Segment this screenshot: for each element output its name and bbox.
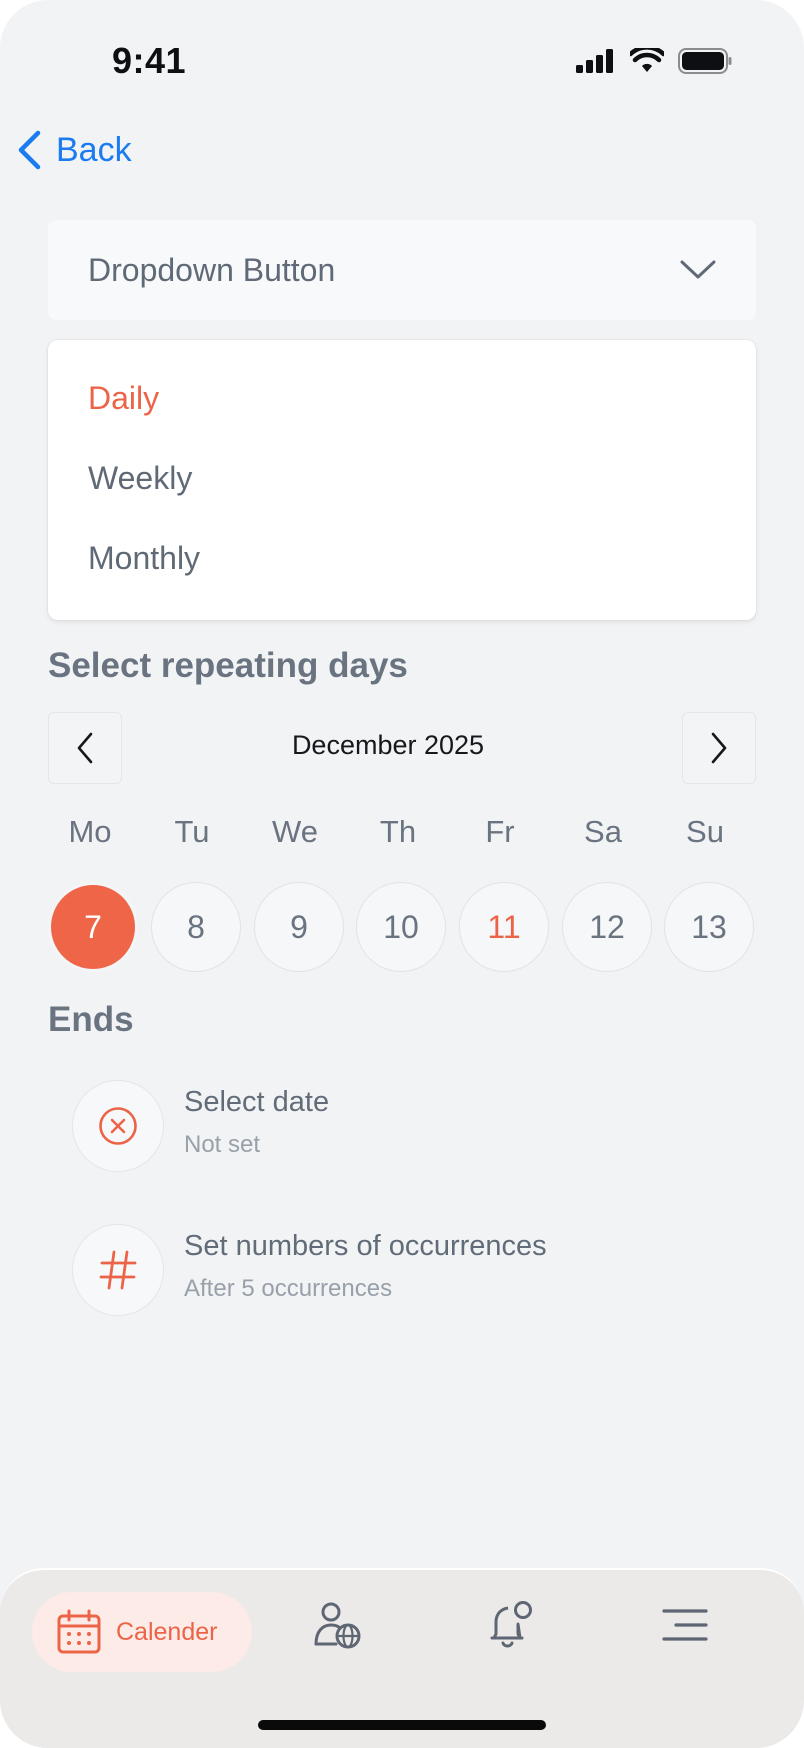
- weekday-label: Fr: [485, 814, 515, 849]
- cancel-circle-icon: [99, 1107, 137, 1145]
- calendar-icon: [57, 1609, 101, 1654]
- day-button[interactable]: 12: [562, 882, 652, 972]
- weekday-label: Su: [686, 814, 724, 849]
- end-option-title: Select date: [184, 1086, 330, 1118]
- weekday-label: Sa: [584, 814, 622, 849]
- wifi-icon: [630, 48, 664, 72]
- tab-menu[interactable]: [660, 1600, 710, 1655]
- menu-item-weekly[interactable]: Weekly: [88, 460, 192, 497]
- phone-screen: 9:41 Back Dropdown Button Daily Weekly M…: [0, 0, 804, 1748]
- end-option-text: Select date Not set: [184, 1080, 329, 1159]
- dropdown-label: Dropdown Button: [88, 251, 336, 288]
- day-button[interactable]: 8: [151, 882, 241, 972]
- status-time: 9:41: [112, 40, 187, 81]
- weekday-label: Tu: [174, 814, 210, 849]
- weekday-label: Mo: [68, 814, 112, 849]
- day-button-highlighted[interactable]: 11: [459, 882, 549, 972]
- bell-notification-icon: [490, 1601, 532, 1648]
- ends-heading: Ends: [48, 1000, 134, 1039]
- dropdown-button[interactable]: Dropdown Button: [48, 220, 756, 320]
- end-option-subtitle: After 5 occurrences: [184, 1275, 393, 1302]
- month-label: December 2025: [291, 730, 485, 760]
- menu-icon: [662, 1609, 708, 1641]
- battery-icon: [678, 48, 732, 74]
- dropdown-menu: Daily Weekly Monthly: [48, 340, 756, 620]
- end-option-icon-wrap: [72, 1224, 164, 1316]
- end-option-subtitle: Not set: [184, 1131, 261, 1158]
- weekday-label: Th: [379, 814, 417, 849]
- back-label: Back: [56, 130, 132, 169]
- tab-calendar-label: Calender: [116, 1617, 218, 1646]
- end-option-select-date[interactable]: Select date Not set: [72, 1080, 329, 1172]
- end-option-icon-wrap: [72, 1080, 164, 1172]
- user-globe-icon: [314, 1602, 361, 1649]
- tab-contacts[interactable]: [312, 1600, 362, 1655]
- next-month-button[interactable]: [682, 712, 756, 784]
- tab-calendar[interactable]: Calender: [32, 1592, 252, 1672]
- end-option-text: Set numbers of occurrences After 5 occur…: [184, 1224, 547, 1303]
- signal-icon: [576, 49, 613, 73]
- repeat-heading: Select repeating days: [48, 646, 408, 685]
- chevron-right-icon: [711, 732, 727, 764]
- day-button[interactable]: 13: [664, 882, 754, 972]
- menu-item-daily[interactable]: Daily: [88, 380, 159, 417]
- hash-icon: [99, 1250, 137, 1290]
- tab-notifications[interactable]: [486, 1600, 536, 1655]
- day-button[interactable]: 10: [356, 882, 446, 972]
- day-button-selected[interactable]: 7: [48, 882, 138, 972]
- end-option-title: Set numbers of occurrences: [184, 1230, 547, 1262]
- end-option-occurrences[interactable]: Set numbers of occurrences After 5 occur…: [72, 1224, 547, 1316]
- back-button[interactable]: Back: [16, 130, 132, 170]
- chevron-down-icon: [680, 260, 716, 279]
- weekday-label: We: [272, 814, 318, 849]
- day-button[interactable]: 9: [254, 882, 344, 972]
- menu-item-monthly[interactable]: Monthly: [88, 540, 200, 577]
- status-icons: [576, 48, 732, 74]
- home-indicator: [258, 1720, 546, 1730]
- chevron-left-icon: [18, 130, 41, 170]
